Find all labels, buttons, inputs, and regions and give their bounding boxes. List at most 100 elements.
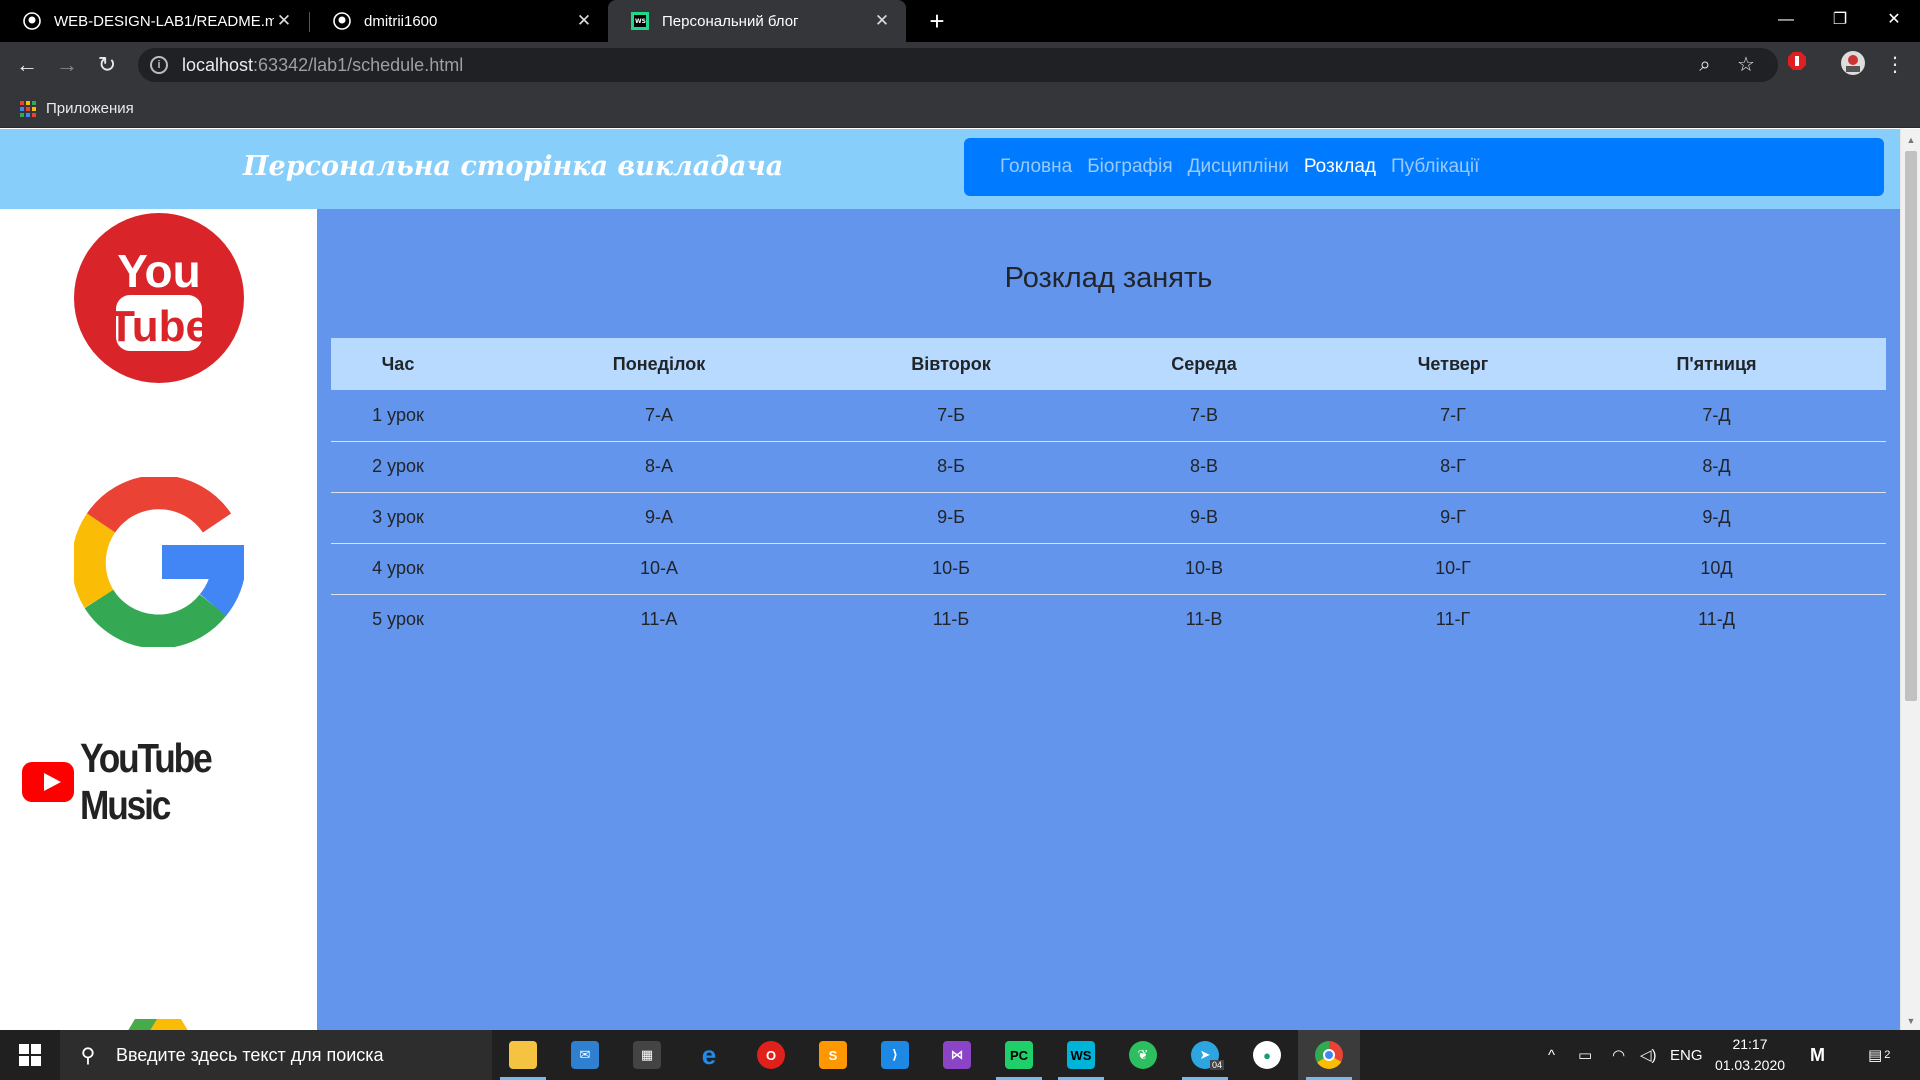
column-header: Понеділок xyxy=(465,338,853,390)
browser-tab-readme[interactable]: WEB-DESIGN-LAB1/README.md ✕ xyxy=(0,0,308,42)
search-icon: ⚲ xyxy=(80,1044,96,1067)
column-header: П'ятниця xyxy=(1547,338,1886,390)
scroll-up-icon[interactable]: ▲ xyxy=(1905,133,1917,147)
apps-bookmark[interactable]: Приложения xyxy=(20,100,134,117)
clock-date: 01.03.2020 xyxy=(1714,1057,1786,1073)
table-cell: 4 урок xyxy=(331,543,465,595)
start-button[interactable] xyxy=(0,1030,60,1080)
site-title: Персональна сторінка викладача xyxy=(243,151,784,182)
tab-title: Персональний блог xyxy=(662,12,799,30)
browser-toolbar: ← → ↻ i localhost:63342/lab1/schedule.ht… xyxy=(0,42,1920,88)
opera-app[interactable]: O xyxy=(740,1030,802,1080)
column-header: Середа xyxy=(1049,338,1359,390)
forward-icon[interactable]: → xyxy=(52,50,82,80)
sublime-icon: S xyxy=(819,1041,847,1069)
table-cell: 8-Г xyxy=(1359,441,1547,493)
nav-link-home[interactable]: Головна xyxy=(1000,156,1072,178)
extension-icon[interactable] xyxy=(1782,50,1812,80)
vscode-icon: ⟩ xyxy=(881,1041,909,1069)
battery-icon[interactable]: ▭ xyxy=(1578,1030,1592,1080)
taskbar-search-box[interactable]: ⚲ Введите здесь текст для поиска xyxy=(60,1030,492,1080)
folder-icon xyxy=(509,1041,537,1069)
table-cell: 5 урок xyxy=(372,609,424,630)
table-cell: 9-Б xyxy=(853,492,1049,544)
evernote-app[interactable]: ❦ xyxy=(1112,1030,1174,1080)
mail-icon: ✉ xyxy=(571,1041,599,1069)
google-logo-link[interactable] xyxy=(71,475,247,649)
table-cell: 9-А xyxy=(465,492,853,544)
volume-icon[interactable]: ◁) xyxy=(1640,1030,1657,1080)
google-drive-logo-link[interactable] xyxy=(117,1019,199,1030)
scrollbar-thumb[interactable] xyxy=(1905,151,1917,701)
language-indicator[interactable]: ENG xyxy=(1670,1030,1703,1080)
scroll-down-icon[interactable]: ▼ xyxy=(1905,1014,1917,1028)
browser-tab-strip: WEB-DESIGN-LAB1/README.md ✕ dmitrii1600 … xyxy=(0,0,1920,42)
telegram-app[interactable]: ➤ 04 xyxy=(1174,1030,1236,1080)
main-nav: Головна Біографія Дисципліни Розклад Пуб… xyxy=(964,138,1884,196)
new-tab-icon[interactable]: + xyxy=(922,6,952,36)
apps-grid-icon xyxy=(20,100,36,117)
reload-icon[interactable]: ↻ xyxy=(92,50,122,80)
table-cell: 11-Б xyxy=(932,609,970,630)
close-tab-icon[interactable]: ✕ xyxy=(574,11,594,31)
column-header: Вівторок xyxy=(853,338,1049,390)
tab-title: WEB-DESIGN-LAB1/README.md xyxy=(54,12,274,30)
nav-link-publications[interactable]: Публікації xyxy=(1391,156,1479,178)
notification-count: 2 xyxy=(1884,1049,1891,1061)
taskbar-clock[interactable]: 21:17 01.03.2020 xyxy=(1702,1034,1798,1076)
bookmarks-bar: Приложения xyxy=(0,88,1920,128)
table-cell: 10Д xyxy=(1547,543,1886,595)
table-cell: 11-В xyxy=(1185,609,1223,630)
nav-link-disciplines[interactable]: Дисципліни xyxy=(1188,156,1289,178)
browser-tab-blog[interactable]: WS Персональний блог ✕ xyxy=(608,0,906,42)
svg-text:WS: WS xyxy=(635,18,646,25)
browser-tab-profile[interactable]: dmitrii1600 ✕ xyxy=(310,0,608,42)
youtube-logo-link[interactable]: You Tube xyxy=(74,213,244,383)
webstorm-app[interactable]: WS xyxy=(1050,1030,1112,1080)
address-bar[interactable]: i localhost:63342/lab1/schedule.html xyxy=(138,48,1778,82)
chrome-app[interactable] xyxy=(1298,1030,1360,1080)
nav-link-biography[interactable]: Біографія xyxy=(1087,156,1172,178)
table-cell: 7-Г xyxy=(1359,390,1547,442)
page-scrollbar[interactable]: ▲ ▼ xyxy=(1900,129,1920,1030)
nav-link-schedule[interactable]: Розклад xyxy=(1304,156,1376,178)
table-row: 2 урок 8-А 8-Б 8-В 8-Г 8-Д xyxy=(331,441,1886,493)
store-icon: ▦ xyxy=(633,1041,661,1069)
visual-studio-icon: ⋈ xyxy=(943,1041,971,1069)
table-cell: 10-Г xyxy=(1359,543,1547,595)
visual-studio-app[interactable]: ⋈ xyxy=(926,1030,988,1080)
youtube-music-logo-link[interactable]: YouTube Music xyxy=(22,735,317,829)
pycharm-app[interactable]: PC xyxy=(988,1030,1050,1080)
app-tray-icon[interactable]: M xyxy=(1810,1030,1825,1080)
sublime-app[interactable]: S xyxy=(802,1030,864,1080)
back-icon[interactable]: ← xyxy=(12,50,42,80)
close-tab-icon[interactable]: ✕ xyxy=(872,11,892,31)
notifications-icon[interactable]: ▤ 2 xyxy=(1868,1030,1890,1080)
table-cell: 8-Б xyxy=(853,441,1049,493)
menu-icon[interactable]: ⋮ xyxy=(1880,50,1910,80)
store-app[interactable]: ▦ xyxy=(616,1030,678,1080)
table-cell: 8-Д xyxy=(1547,441,1886,493)
restore-icon[interactable]: ❐ xyxy=(1810,0,1870,40)
table-cell: 11-Г xyxy=(1435,609,1471,630)
edge-app[interactable]: e xyxy=(678,1030,740,1080)
table-cell: 8-А xyxy=(465,441,853,493)
table-row: 5 урок 11-А 11-Б 11-В 11-Г 11-Д xyxy=(331,594,1886,645)
github-icon xyxy=(22,11,42,31)
mail-app[interactable]: ✉ xyxy=(554,1030,616,1080)
app-drop[interactable]: ● xyxy=(1236,1030,1298,1080)
minimize-icon[interactable]: — xyxy=(1756,0,1816,40)
bookmark-star-icon[interactable]: ☆ xyxy=(1731,50,1761,80)
tray-expand-icon[interactable]: ^ xyxy=(1548,1030,1555,1080)
page-viewport: Персональна сторінка викладача Головна Б… xyxy=(0,129,1900,1030)
close-tab-icon[interactable]: ✕ xyxy=(274,11,294,31)
wifi-icon[interactable]: ◠ xyxy=(1612,1030,1625,1080)
zoom-icon[interactable]: ⌕ xyxy=(1690,50,1720,80)
profile-avatar[interactable] xyxy=(1838,50,1868,80)
file-explorer-app[interactable] xyxy=(492,1030,554,1080)
site-header: Персональна сторінка викладача Головна Б… xyxy=(0,129,1900,209)
site-info-icon[interactable]: i xyxy=(150,56,168,74)
close-window-icon[interactable]: ✕ xyxy=(1864,0,1920,40)
opera-icon: O xyxy=(757,1041,785,1069)
vscode-app[interactable]: ⟩ xyxy=(864,1030,926,1080)
